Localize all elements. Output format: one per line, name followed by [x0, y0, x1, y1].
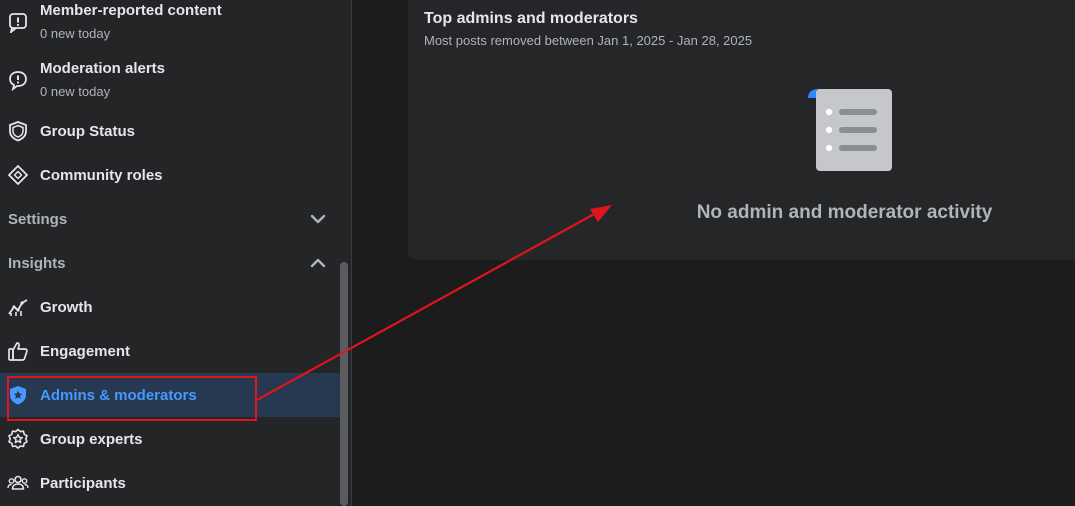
chevron-down-icon [308, 209, 328, 229]
empty-state-text: No admin and moderator activity [696, 202, 993, 223]
sidebar-item-admins-moderators[interactable]: Admins & moderators [0, 373, 340, 417]
shield-star-icon [6, 383, 30, 407]
sidebar-item-label: Group experts [40, 430, 143, 448]
sidebar-item-member-reported[interactable]: Member-reported content 0 new today [0, 0, 340, 44]
insights-section-toggle[interactable]: Insights [0, 243, 340, 283]
card-title: Top admins and moderators [424, 10, 638, 27]
alert-bubble-icon [6, 68, 30, 92]
sidebar-item-label: Member-reported content [40, 2, 222, 19]
badge-star-icon [6, 427, 30, 451]
report-icon [6, 10, 30, 34]
sidebar-item-participants[interactable]: Participants [0, 461, 340, 505]
section-label: Settings [8, 210, 68, 228]
sidebar-item-group-status[interactable]: Group Status [0, 109, 340, 153]
document-list-icon [796, 86, 892, 176]
sidebar-item-label: Engagement [40, 342, 131, 360]
sidebar-item-group-experts[interactable]: Group experts [0, 417, 340, 461]
sidebar-item-growth[interactable]: Growth [0, 285, 340, 329]
sidebar: Member-reported content 0 new today Mode… [0, 0, 352, 506]
thumbs-up-icon [6, 339, 30, 363]
top-admins-card: Top admins and moderators Most posts rem… [408, 0, 1075, 260]
sidebar-item-label: Moderation alerts [40, 60, 166, 77]
shield-icon [6, 119, 30, 143]
settings-section-toggle[interactable]: Settings [0, 199, 340, 239]
sidebar-item-label: Growth [40, 298, 93, 316]
sidebar-item-label: Participants [40, 474, 126, 492]
sidebar-item-subtext: 0 new today [40, 26, 111, 41]
card-subtitle: Most posts removed between Jan 1, 2025 -… [424, 33, 753, 48]
sidebar-item-label: Admins & moderators [40, 386, 197, 404]
sidebar-item-label: Community roles [40, 166, 163, 184]
sidebar-item-moderation-alerts[interactable]: Moderation alerts 0 new today [0, 58, 340, 102]
sidebar-item-label: Group Status [40, 122, 136, 140]
sidebar-scrollbar[interactable] [340, 262, 348, 506]
people-icon [6, 471, 30, 495]
sidebar-item-engagement[interactable]: Engagement [0, 329, 340, 373]
sidebar-item-subtext: 0 new today [40, 84, 111, 99]
app-root: Member-reported content 0 new today Mode… [0, 0, 1075, 506]
main-content: Top admins and moderators Most posts rem… [352, 0, 1075, 506]
chevron-up-icon [308, 253, 328, 273]
growth-chart-icon [6, 295, 30, 319]
diamond-icon [6, 163, 30, 187]
section-label: Insights [8, 254, 66, 272]
sidebar-item-community-roles[interactable]: Community roles [0, 153, 340, 197]
